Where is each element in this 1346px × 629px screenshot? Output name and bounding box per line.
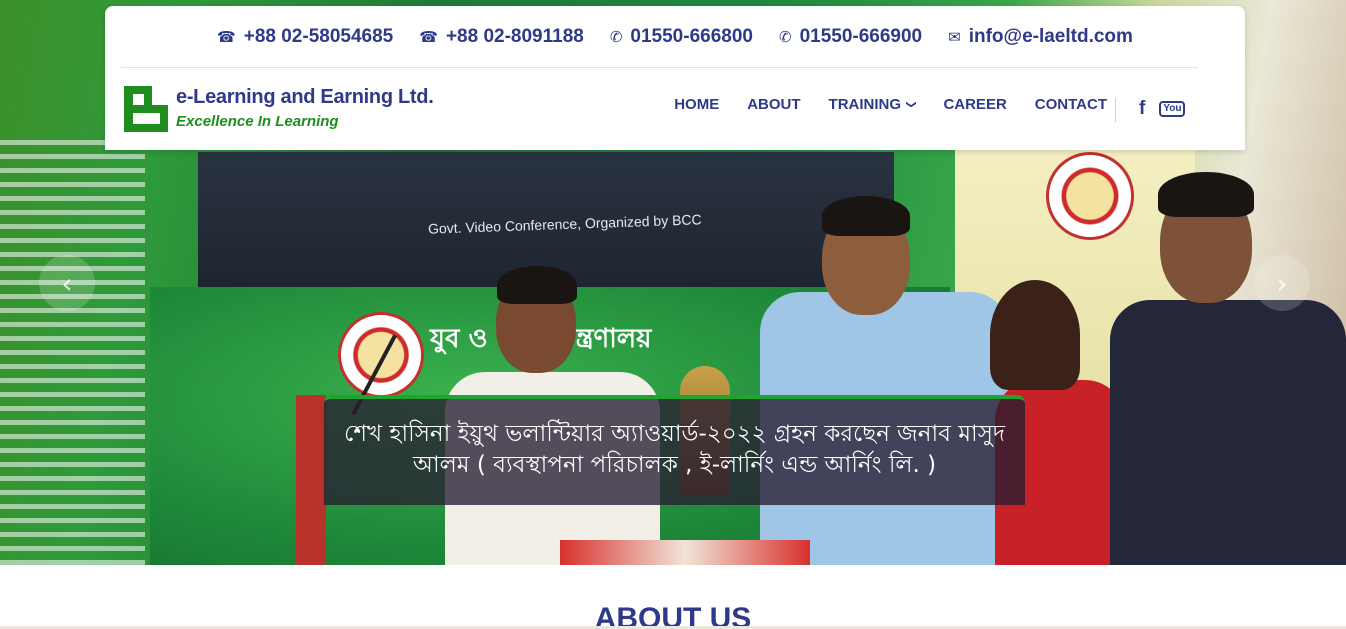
nav-divider — [1115, 98, 1116, 122]
chevron-left-icon: ‹ — [61, 266, 73, 300]
contact-mobile-2[interactable]: ✆ 01550-666900 — [779, 26, 922, 48]
site-header: ☎ +88 02-58054685 ☎ +88 02-8091188 ✆ 015… — [105, 6, 1245, 150]
contact-phone-1[interactable]: ☎ +88 02-58054685 — [217, 26, 393, 48]
contact-phone-2[interactable]: ☎ +88 02-8091188 — [419, 26, 584, 48]
contact-label: 01550-666800 — [630, 25, 753, 47]
facebook-icon[interactable]: f — [1139, 98, 1145, 120]
phone-icon: ☎ — [217, 27, 236, 46]
divider — [121, 67, 1198, 68]
slider-next-button[interactable]: › — [1254, 255, 1310, 311]
main-navigation: HOME ABOUT TRAINING ❯ CAREER CONTACT — [674, 96, 1107, 113]
about-heading: ABOUT US — [594, 602, 752, 629]
chevron-down-icon: ❯ — [905, 100, 917, 109]
envelope-icon: ✉ — [948, 27, 961, 46]
slide-caption: শেখ হাসিনা ইয়ুথ ভলান্টিয়ার অ্যাওয়ার্ড… — [324, 395, 1025, 505]
site-logo[interactable]: e-Learning and Earning Ltd. Excellence I… — [124, 86, 434, 132]
contact-label: info@e-laeltd.com — [968, 25, 1133, 47]
government-seal — [1046, 152, 1134, 240]
nav-contact[interactable]: CONTACT — [1035, 96, 1107, 113]
contact-label: +88 02-58054685 — [243, 25, 394, 47]
company-name: e-Learning and Earning Ltd. — [176, 86, 434, 108]
nav-label: ABOUT — [747, 96, 801, 113]
contact-email[interactable]: ✉ info@e-laeltd.com — [948, 26, 1133, 48]
company-tagline: Excellence In Learning — [176, 113, 339, 130]
contact-label: 01550-666900 — [799, 25, 923, 47]
nav-home[interactable]: HOME — [674, 96, 719, 113]
logo-text: e-Learning and Earning Ltd. Excellence I… — [176, 86, 434, 130]
mobile-phone-icon: ✆ — [609, 27, 623, 46]
nav-about[interactable]: ABOUT — [747, 96, 800, 113]
backdrop-text: Govt. Video Conference, Organized by BCC — [427, 211, 702, 237]
podium — [296, 395, 326, 565]
social-links: f You — [1139, 98, 1186, 120]
slider-prev-button[interactable]: ‹ — [39, 255, 95, 311]
logo-icon — [124, 86, 170, 132]
contact-mobile-1[interactable]: ✆ 01550-666800 — [610, 26, 753, 48]
chevron-right-icon: › — [1276, 266, 1288, 300]
nav-label: HOME — [674, 96, 720, 113]
nav-career[interactable]: CAREER — [943, 96, 1006, 113]
nav-training[interactable]: TRAINING ❯ — [828, 96, 917, 113]
decorative-stripes — [0, 140, 145, 565]
youtube-icon[interactable]: You — [1159, 101, 1186, 117]
flower-decoration — [560, 540, 810, 565]
contact-label: +88 02-8091188 — [445, 25, 584, 47]
nav-label: TRAINING — [828, 96, 902, 113]
phone-icon: ☎ — [419, 27, 438, 46]
contact-bar: ☎ +88 02-58054685 ☎ +88 02-8091188 ✆ 015… — [105, 6, 1245, 67]
nav-label: CAREER — [943, 96, 1007, 113]
nav-label: CONTACT — [1034, 96, 1107, 113]
mobile-phone-icon: ✆ — [778, 27, 792, 46]
